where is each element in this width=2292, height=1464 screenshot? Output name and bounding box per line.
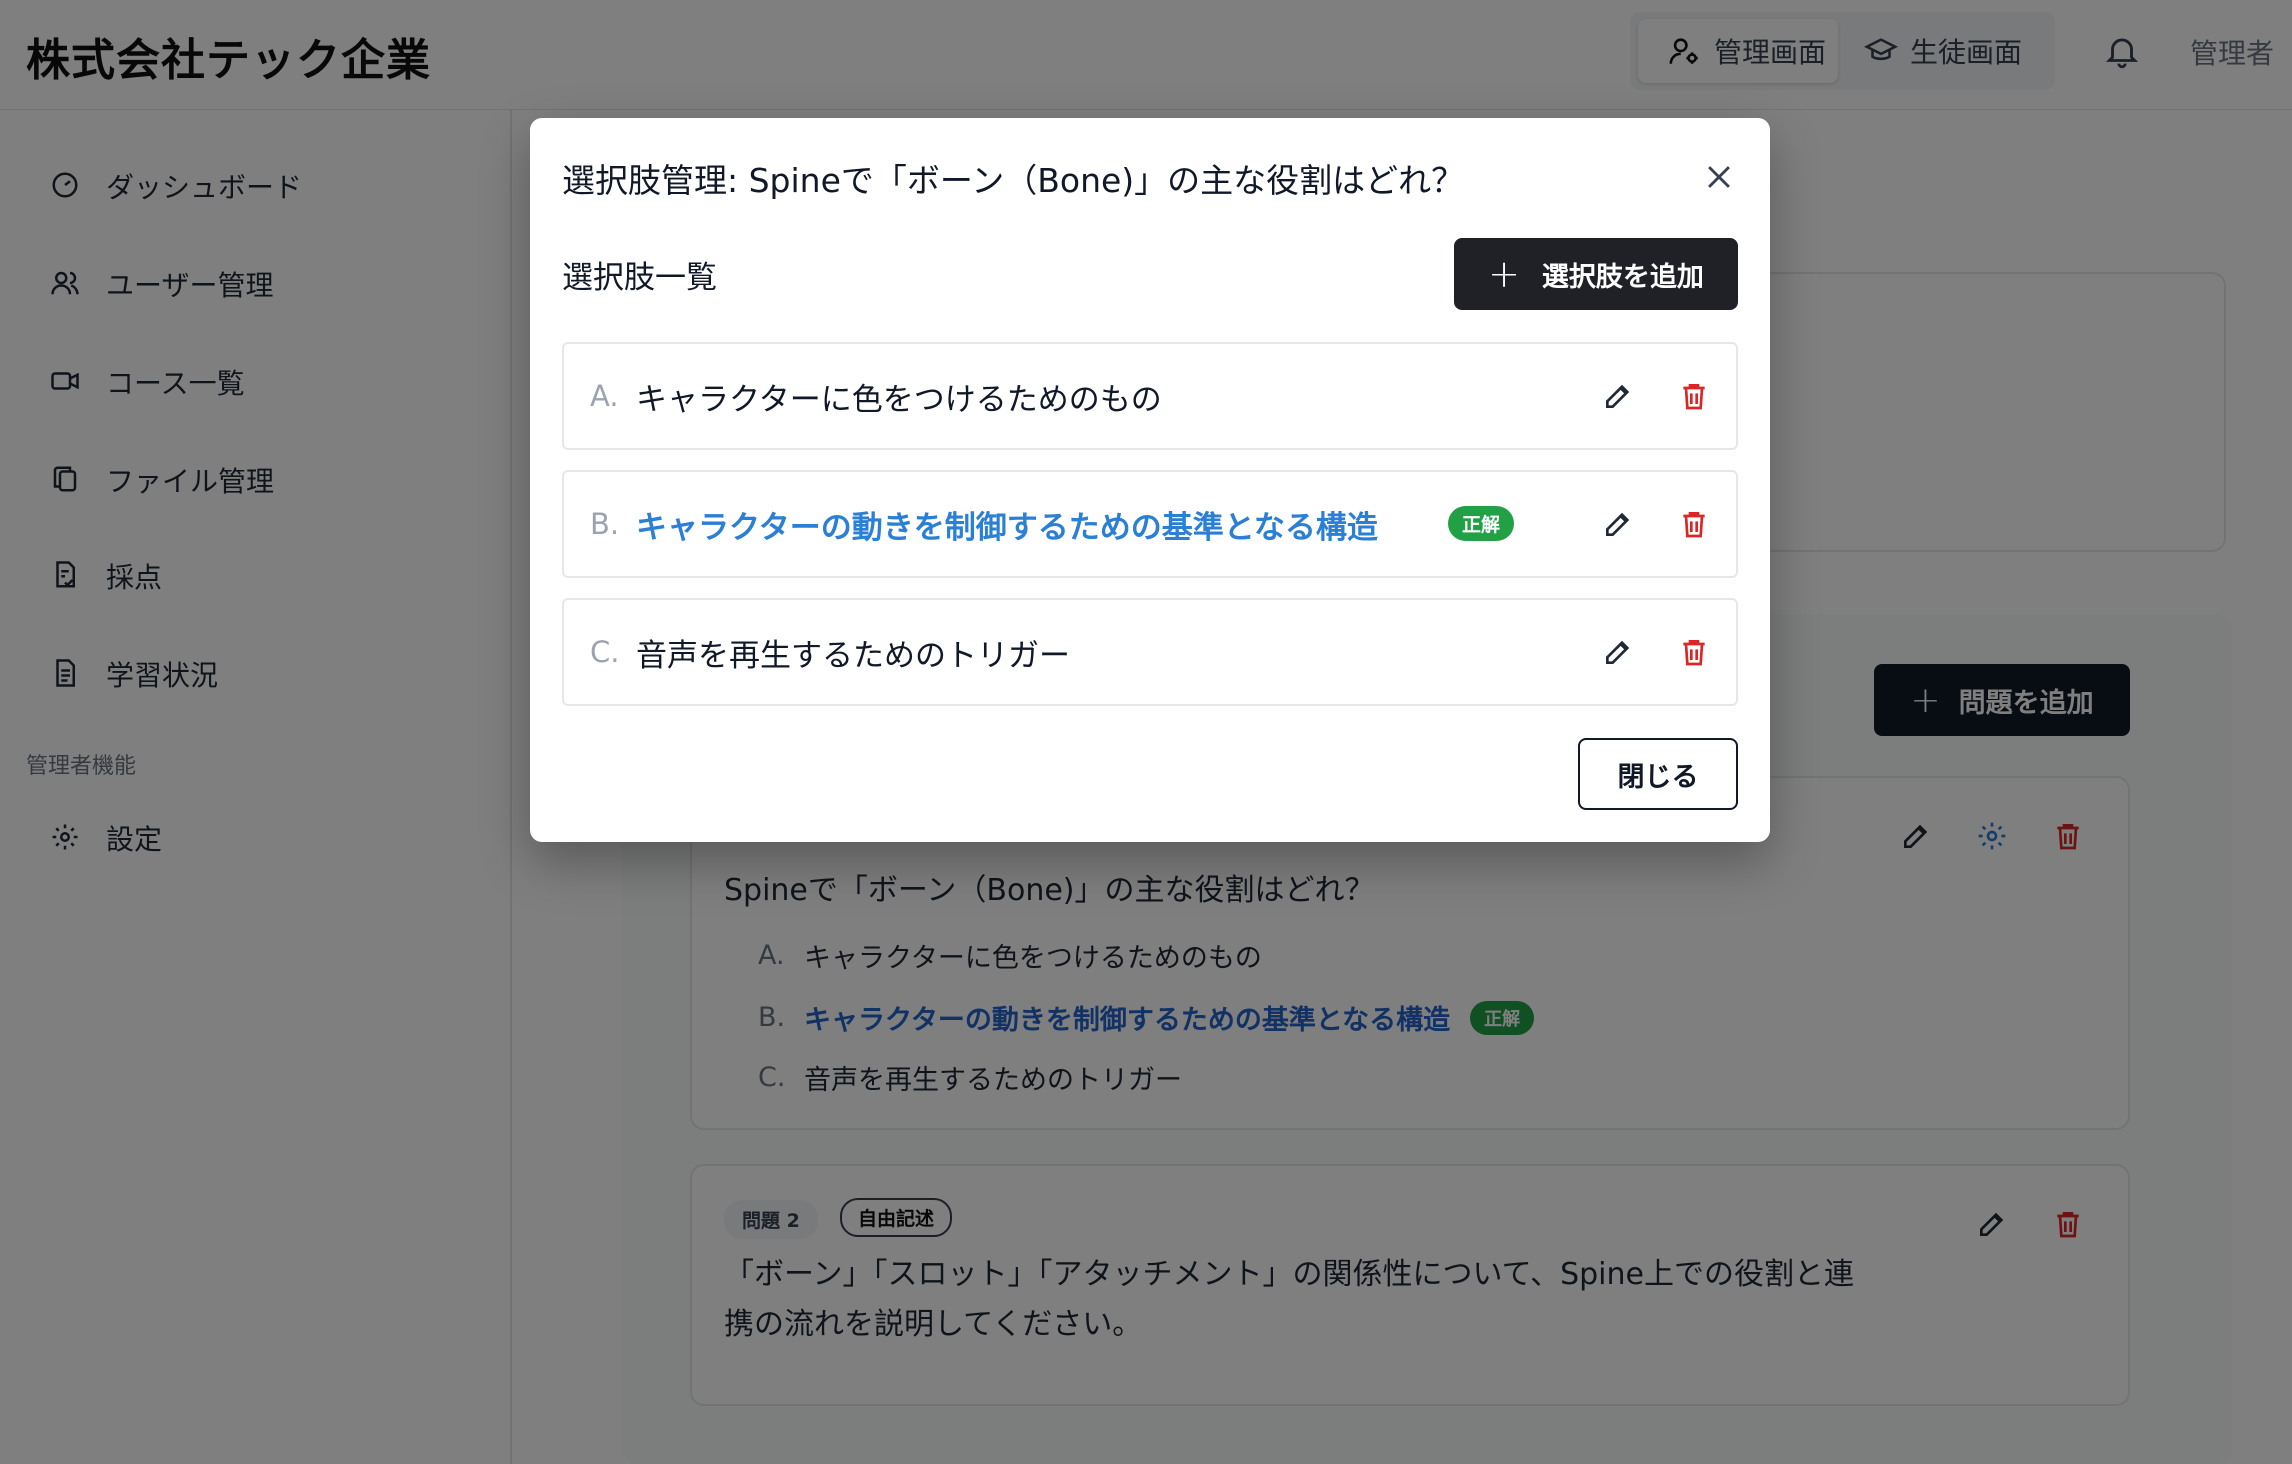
trash-icon[interactable] — [1678, 380, 1710, 412]
choice-management-modal: 選択肢管理: Spineで「ボーン（Bone)」の主な役割はどれ？ 選択肢一覧 … — [530, 118, 1770, 842]
add-choice-button[interactable]: + 選択肢を追加 — [1454, 238, 1738, 310]
choice-letter: C. — [590, 635, 620, 669]
close-icon[interactable] — [1702, 160, 1736, 194]
edit-icon[interactable] — [1602, 508, 1634, 540]
choice-item: C. 音声を再生するためのトリガー — [562, 598, 1738, 706]
choice-list-title: 選択肢一覧 — [562, 260, 717, 296]
edit-icon[interactable] — [1602, 636, 1634, 668]
close-button[interactable]: 閉じる — [1578, 738, 1738, 810]
trash-icon[interactable] — [1678, 508, 1710, 540]
choice-text: キャラクターの動きを制御するための基準となる構造 — [636, 509, 1378, 546]
trash-icon[interactable] — [1678, 636, 1710, 668]
choice-text: キャラクターに色をつけるためのもの — [636, 381, 1162, 418]
choice-item: A. キャラクターに色をつけるためのもの — [562, 342, 1738, 450]
choice-item-correct: B. キャラクターの動きを制御するための基準となる構造 正解 — [562, 470, 1738, 578]
choice-letter: B. — [590, 507, 620, 541]
choice-text: 音声を再生するためのトリガー — [636, 637, 1070, 674]
choice-letter: A. — [590, 379, 619, 413]
edit-icon[interactable] — [1602, 380, 1634, 412]
plus-icon: + — [1488, 252, 1520, 296]
modal-title: 選択肢管理: Spineで「ボーン（Bone)」の主な役割はどれ？ — [562, 161, 1465, 200]
correct-badge: 正解 — [1448, 506, 1515, 541]
